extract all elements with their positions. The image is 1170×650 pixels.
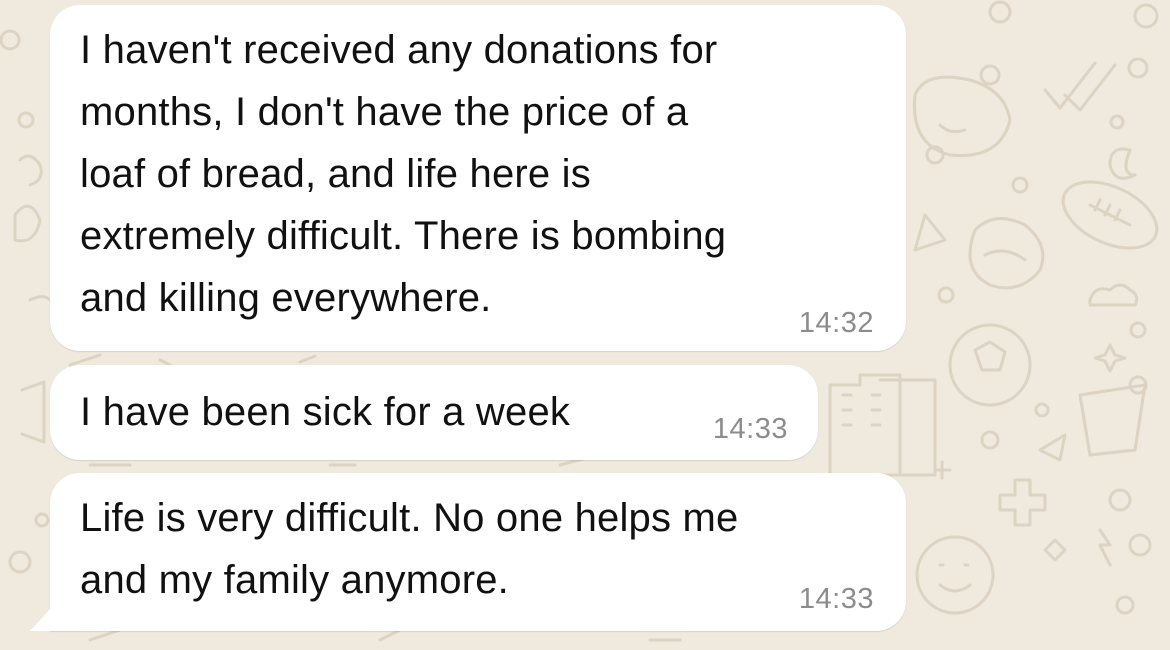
message-bubble[interactable]: I haven't received any donations for mon…	[50, 5, 906, 351]
message-timestamp: 14:32	[798, 307, 874, 339]
message-text: Life is very difficult. No one helps me …	[80, 496, 739, 602]
bubble-tail	[30, 607, 52, 631]
message-text: I haven't received any donations for mon…	[80, 28, 727, 320]
message-timestamp: 14:33	[712, 413, 788, 445]
message-bubble[interactable]: Life is very difficult. No one helps me …	[30, 473, 906, 631]
message-timestamp: 14:33	[798, 583, 874, 615]
message-text: I have been sick for a week	[80, 390, 571, 434]
message-bubble[interactable]: I have been sick for a week 14:33	[50, 365, 818, 460]
